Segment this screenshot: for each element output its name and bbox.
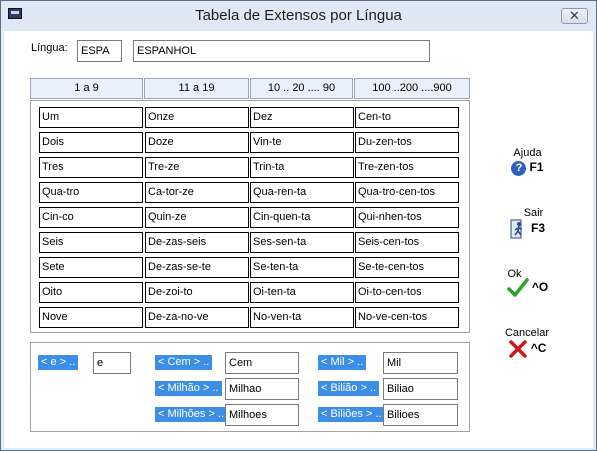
grid-cell[interactable]: Cen-to [355,107,459,128]
sair-label: Sair [523,207,544,219]
grid-cell[interactable]: Oi-ten-ta [250,282,354,303]
grid-cell[interactable]: Trin-ta [250,157,354,178]
title-bar: Tabela de Extensos por Língua ✕ [1,1,596,31]
grid-cell[interactable]: No-ven-ta [250,307,354,328]
grid-cell[interactable]: De-za-no-ve [145,307,249,328]
sair-key: F3 [531,220,546,235]
lingua-name-field[interactable]: ESPANHOL [133,40,430,62]
grid-cell[interactable]: Nove [39,307,143,328]
close-button[interactable]: ✕ [561,8,588,24]
cancelar-button[interactable]: Cancelar ^C [496,327,558,359]
grid-cell[interactable]: Seis-cen-tos [355,232,459,253]
connector-milhao-label: < Milhão > .. [155,381,222,396]
ajuda-label: Ajuda [513,147,542,159]
cancelar-label: Cancelar [504,327,550,339]
grid-cell[interactable]: Cin-co [39,207,143,228]
grid-cell[interactable]: Sete [39,257,143,278]
help-icon: ? [511,160,527,176]
grid-cell[interactable]: Se-te-cen-tos [355,257,459,278]
sair-button[interactable]: Sair F3 [500,207,555,239]
connector-milhoes-label: < Milhões > .. [155,407,228,422]
grid-cell[interactable]: Du-zen-tos [355,132,459,153]
grid-cell[interactable]: Oito [39,282,143,303]
red-x-icon [508,340,527,358]
window-title: Tabela de Extensos por Língua [195,7,402,24]
grid-cell[interactable]: Ses-sen-ta [250,232,354,253]
connector-milhoes-field[interactable]: Milhoes [225,404,299,426]
grid-cell[interactable]: De-zoi-to [145,282,249,303]
grid-cell[interactable]: De-zas-se-te [145,257,249,278]
ok-button[interactable]: Ok ^O [500,268,555,298]
connector-bilioes-field[interactable]: Bilioes [383,404,458,426]
grid-cell[interactable]: Onze [145,107,249,128]
ok-key: ^O [531,279,549,294]
grid-cell[interactable]: Um [39,107,143,128]
connector-mil-label: < Mil > .. [318,355,367,370]
connector-cem-label: < Cem > .. [155,355,213,370]
connector-milhao-field[interactable]: Milhao [225,378,299,400]
exit-door-icon [510,219,523,239]
tab-11-a-19[interactable]: 11 a 19 [144,78,249,99]
grid-cell[interactable]: Quin-ze [145,207,249,228]
tab-10-a-90[interactable]: 10 .. 20 .... 90 [250,78,353,99]
grid-cell[interactable]: Qua-tro-cen-tos [355,182,459,203]
grid-cell[interactable]: Qui-nhen-tos [355,207,459,228]
grid-cell[interactable]: Se-ten-ta [250,257,354,278]
checkmark-icon [507,278,529,297]
grid-cell[interactable]: Oi-to-cen-tos [355,282,459,303]
connector-bilioes-label: < Biliões > .. [318,407,385,422]
grid-cell[interactable]: Tres [39,157,143,178]
grid-cell[interactable]: Doze [145,132,249,153]
tab-100-a-900[interactable]: 100 ..200 ....900 [354,78,470,99]
grid-cell[interactable]: Qua-ren-ta [250,182,354,203]
grid-cell[interactable]: Qua-tro [39,182,143,203]
grid-cell[interactable]: Cin-quen-ta [250,207,354,228]
ajuda-key: F1 [529,160,544,174]
connector-mil-field[interactable]: Mil [383,352,458,374]
grid-cell[interactable]: Seis [39,232,143,253]
grid-cell[interactable]: Vin-te [250,132,354,153]
connector-cem-field[interactable]: Cem [225,352,299,374]
connector-biliao-label: < Bilião > .. [318,381,380,396]
grid-cell[interactable]: Dez [250,107,354,128]
connector-biliao-field[interactable]: Biliao [383,378,458,400]
cancelar-key: ^C [530,340,547,355]
grid-cell[interactable]: No-ve-cen-tos [355,307,459,328]
grid-cell[interactable]: Dois [39,132,143,153]
grid-cell[interactable]: Ca-tor-ze [145,182,249,203]
grid-cell[interactable]: Tre-ze [145,157,249,178]
lingua-code-field[interactable]: ESPA [77,40,122,62]
connector-e-field[interactable]: e [93,352,131,374]
connector-e-label: < e > .. [38,355,79,370]
grid-cell[interactable]: Tre-zen-tos [355,157,459,178]
ajuda-button[interactable]: Ajuda ? F1 [500,147,555,176]
lingua-label: Língua: [31,42,68,54]
tab-1-a-9[interactable]: 1 a 9 [30,78,143,99]
grid-cell[interactable]: De-zas-seis [145,232,249,253]
